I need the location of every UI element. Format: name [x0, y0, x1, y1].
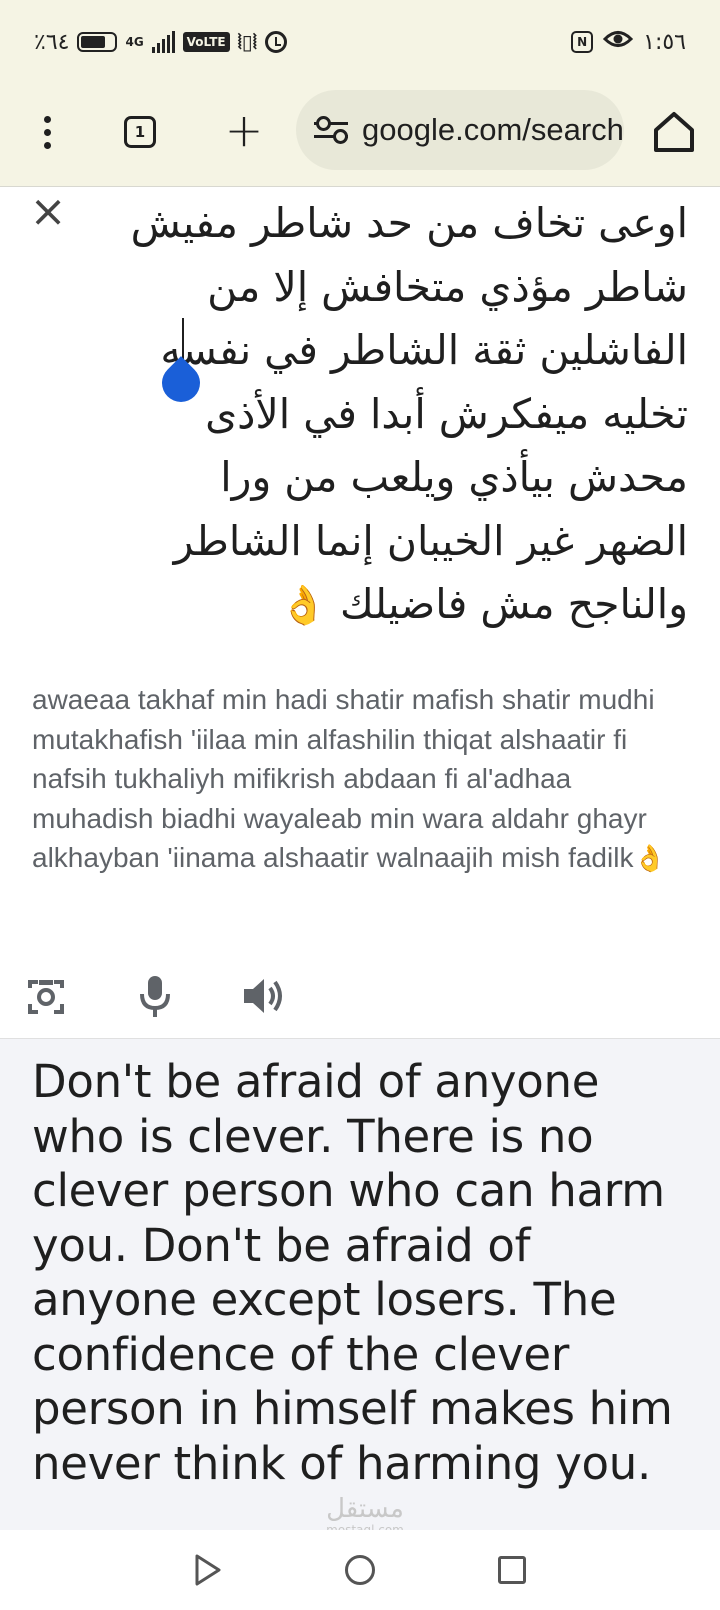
nfc-icon: N	[571, 31, 594, 53]
microphone-button[interactable]	[127, 968, 183, 1024]
source-text: اوعى تخاف من حد شاطر مفيش شاطر مؤذي متخا…	[130, 199, 688, 628]
plus-icon: +	[224, 103, 264, 157]
status-left: ٪٦٤ 4G VoLTE ⦚▯⦚	[34, 26, 287, 58]
back-button[interactable]	[178, 1542, 234, 1598]
ok-hand-emoji: 👌	[279, 583, 327, 627]
new-tab-button[interactable]: +	[214, 102, 274, 162]
speaker-icon	[244, 979, 282, 1013]
camera-button[interactable]	[18, 968, 74, 1024]
watermark-arabic: مستقل	[326, 1494, 404, 1524]
home-icon	[654, 112, 694, 152]
more-vert-icon	[43, 115, 51, 149]
battery-percent: ٪٦٤	[34, 29, 70, 55]
tab-count-icon: 1	[124, 116, 156, 148]
signal-icon	[151, 31, 175, 53]
home-button[interactable]	[644, 102, 704, 162]
volte-badge: VoLTE	[182, 32, 230, 52]
status-bar: ٪٦٤ 4G VoLTE ⦚▯⦚ N ١:٥٦	[0, 0, 720, 84]
browser-toolbar: 1 + google.com/search	[0, 84, 720, 187]
clear-input-button[interactable]: ×	[28, 190, 68, 234]
listen-button[interactable]	[236, 968, 292, 1024]
recents-square-icon	[498, 1556, 526, 1584]
input-actions	[0, 960, 720, 1030]
ok-hand-emoji-small: 👌	[633, 843, 666, 873]
microphone-icon	[140, 976, 170, 1017]
recents-button[interactable]	[484, 1542, 540, 1598]
lens-icon	[28, 980, 64, 1014]
source-text-input[interactable]: اوعى تخاف من حد شاطر مفيش شاطر مؤذي متخا…	[110, 192, 688, 638]
clock: ١:٥٦	[643, 29, 686, 55]
translation-output: Don't be afraid of anyone who is clever.…	[0, 1038, 720, 1531]
transliteration-text: awaeaa takhaf min hadi shatir mafish sha…	[32, 684, 655, 873]
more-menu-button[interactable]	[17, 102, 77, 162]
network-type: 4G	[125, 35, 144, 49]
alarm-icon	[264, 31, 287, 53]
system-nav-bar	[0, 1530, 720, 1610]
address-bar[interactable]: google.com/search	[296, 90, 624, 170]
vibrate-icon: ⦚▯⦚	[237, 30, 257, 54]
url-text: google.com/search	[362, 112, 624, 147]
translation-text: Don't be afraid of anyone who is clever.…	[32, 1055, 673, 1490]
home-nav-button[interactable]	[332, 1542, 388, 1598]
transliteration: awaeaa takhaf min hadi shatir mafish sha…	[32, 680, 680, 879]
home-circle-icon	[345, 1555, 375, 1585]
battery-icon	[77, 32, 118, 52]
site-settings-icon	[314, 115, 348, 145]
back-triangle-icon	[195, 1554, 221, 1586]
close-icon: ×	[29, 186, 67, 237]
status-right: N ١:٥٦	[571, 26, 686, 58]
tab-switcher-button[interactable]: 1	[110, 102, 170, 162]
eye-icon	[603, 28, 634, 56]
